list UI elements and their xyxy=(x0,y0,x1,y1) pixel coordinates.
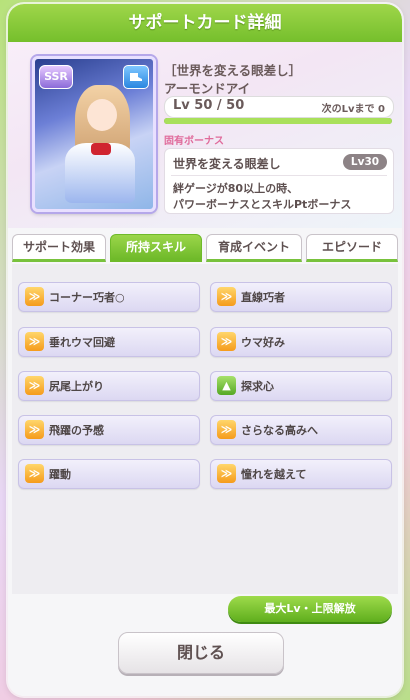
skill-item[interactable]: ≫ コーナー巧者○ xyxy=(18,282,200,312)
max-level-limit-break-button[interactable]: 最大Lv・上限解放 xyxy=(228,596,392,622)
skill-speed-icon: ≫ xyxy=(217,420,236,439)
skill-item[interactable]: ≫ 直線巧者 xyxy=(210,282,392,312)
shoe-icon xyxy=(123,65,149,89)
level-label: Lv 50 / 50 xyxy=(173,98,245,113)
support-card-detail-panel: サポートカード詳細 SSR ［世界を変える眼差し］ アーモンドアイ Lv 50 … xyxy=(8,4,402,696)
card-title: ［世界を変える眼差し］ xyxy=(164,63,302,78)
character-ribbon xyxy=(91,143,111,155)
skill-label: ウマ好み xyxy=(241,336,285,349)
skill-label: 直線巧者 xyxy=(241,291,285,304)
skill-item[interactable]: ≫ 尻尾上がり xyxy=(18,371,200,401)
skill-speed-icon: ≫ xyxy=(217,464,236,483)
support-card-image[interactable]: SSR xyxy=(32,56,156,212)
unique-bonus-level-badge: Lv30 xyxy=(343,154,387,170)
unique-bonus-box: 世界を変える眼差し Lv30 絆ゲージが80以上の時、 パワーボーナスとスキルP… xyxy=(164,148,394,214)
skill-speed-icon: ≫ xyxy=(25,420,44,439)
skill-label: 飛躍の予感 xyxy=(49,424,104,437)
skill-label: さらなる高みへ xyxy=(241,424,318,437)
skill-item[interactable]: ≫ 飛躍の予感 xyxy=(18,415,200,445)
skill-item[interactable]: ≫ 憧れを越えて xyxy=(210,459,392,489)
skill-item[interactable]: ≫ 垂れウマ回避 xyxy=(18,327,200,357)
skill-speed-icon: ≫ xyxy=(25,332,44,351)
level-progress-bar xyxy=(164,118,392,124)
dialog-title: サポートカード詳細 xyxy=(8,4,402,42)
skill-speed-icon: ≫ xyxy=(25,287,44,306)
skill-label: コーナー巧者○ xyxy=(49,291,125,304)
skill-stamina-icon: ▲ xyxy=(217,376,236,395)
tab-support-effect[interactable]: サポート効果 xyxy=(12,234,106,262)
level-progress-fill xyxy=(164,118,392,124)
skill-label: 憧れを越えて xyxy=(241,468,307,481)
skill-item[interactable]: ≫ さらなる高みへ xyxy=(210,415,392,445)
tab-training-events[interactable]: 育成イベント xyxy=(206,234,302,262)
skill-item[interactable]: ≫ 躍動 xyxy=(18,459,200,489)
skill-speed-icon: ≫ xyxy=(25,376,44,395)
skill-item[interactable]: ▲ 探求心 xyxy=(210,371,392,401)
tab-bar: サポート効果 所持スキル 育成イベント エピソード xyxy=(12,234,398,262)
level-box: Lv 50 / 50 次のLvまで 0 xyxy=(164,96,394,118)
tab-episode[interactable]: エピソード xyxy=(306,234,398,262)
skill-list: ≫ コーナー巧者○ ≫ 直線巧者 ≫ 垂れウマ回避 ≫ ウマ好み ≫ 尻尾上がり… xyxy=(12,264,398,594)
unique-bonus-desc-line1: 絆ゲージが80以上の時、 xyxy=(173,182,299,195)
next-level-label: 次のLvまで 0 xyxy=(321,104,385,115)
unique-bonus-desc-line2: パワーボーナスとスキルPtボーナス xyxy=(173,198,352,211)
skill-speed-icon: ≫ xyxy=(217,332,236,351)
divider xyxy=(171,175,387,176)
unique-bonus-name: 世界を変える眼差し xyxy=(173,157,281,171)
skill-label: 垂れウマ回避 xyxy=(49,336,115,349)
skill-speed-icon: ≫ xyxy=(25,464,44,483)
skill-label: 尻尾上がり xyxy=(49,380,104,393)
close-button[interactable]: 閉じる xyxy=(118,632,284,674)
skill-label: 探求心 xyxy=(241,380,274,393)
unique-bonus-heading: 固有ボーナス xyxy=(164,136,224,147)
skill-speed-icon: ≫ xyxy=(217,287,236,306)
character-face xyxy=(87,99,117,131)
character-name: アーモンドアイ xyxy=(164,81,251,96)
skill-item[interactable]: ≫ ウマ好み xyxy=(210,327,392,357)
rarity-badge: SSR xyxy=(39,65,73,89)
tab-owned-skills[interactable]: 所持スキル xyxy=(110,234,202,262)
skill-label: 躍動 xyxy=(49,468,71,481)
